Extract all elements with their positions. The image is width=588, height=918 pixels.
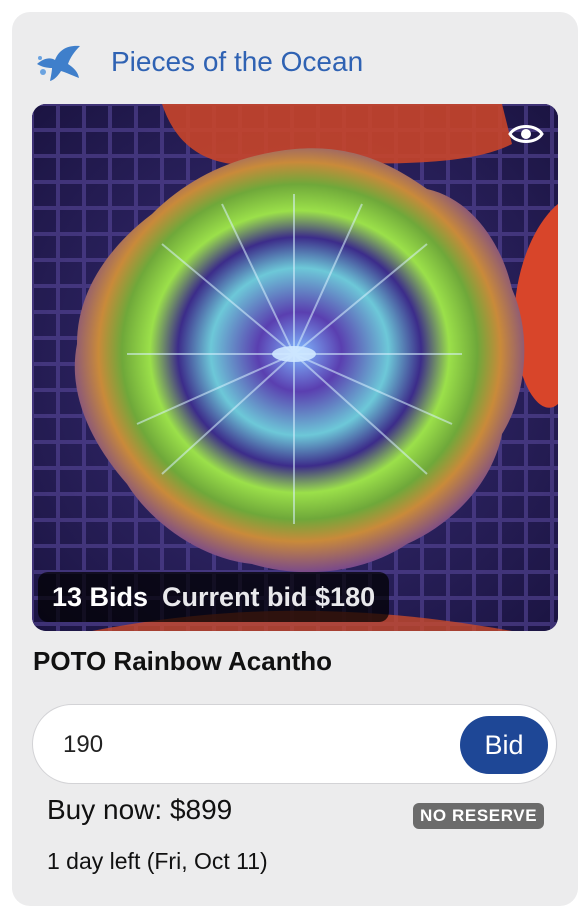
bid-form: Bid: [32, 704, 557, 784]
eye-icon[interactable]: [508, 120, 544, 148]
manta-ray-icon: [37, 45, 80, 81]
seller-name[interactable]: Pieces of the Ocean: [111, 46, 363, 78]
listing-title[interactable]: POTO Rainbow Acantho: [33, 646, 332, 677]
time-left: 1 day left (Fri, Oct 11): [47, 848, 268, 874]
coral-photo[interactable]: 13 Bids Current bid $180: [32, 104, 558, 631]
bid-button[interactable]: Bid: [460, 716, 548, 774]
listing-card[interactable]: Pieces of the Ocean 13 Bids Current bid …: [12, 12, 578, 906]
bid-summary-badge: 13 Bids Current bid $180: [38, 572, 390, 622]
bid-count: 13 Bids: [52, 581, 149, 612]
no-reserve-badge: NO RESERVE: [413, 803, 545, 829]
bid-amount-input[interactable]: [61, 719, 445, 771]
current-bid: Current bid $180: [162, 581, 376, 612]
seller-header[interactable]: Pieces of the Ocean: [34, 40, 363, 84]
coral-image: [32, 104, 558, 631]
buy-now-price[interactable]: Buy now: $899: [47, 794, 232, 826]
